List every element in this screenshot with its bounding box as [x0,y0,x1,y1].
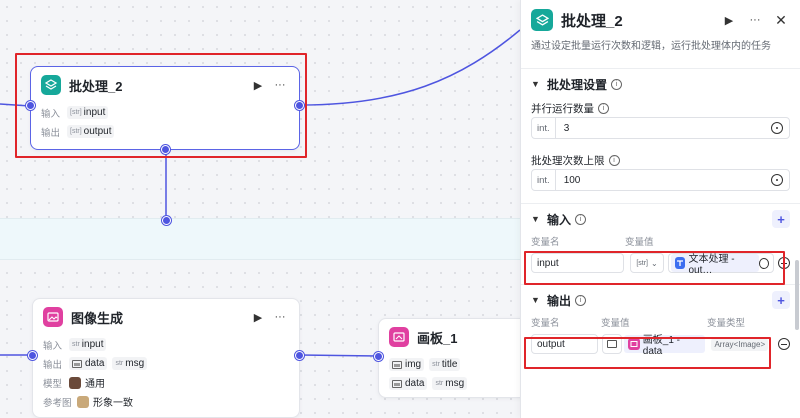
highlight-box [524,337,771,369]
run-icon[interactable]: ▶ [249,308,267,326]
settings-section-header[interactable]: ▼ 批处理设置 i [521,69,800,99]
layers-icon [531,9,553,31]
model-avatar [69,376,81,389]
node-title: 图像生成 [71,310,124,326]
more-icon[interactable]: ··· [746,11,764,29]
edge-batch-out [299,29,520,106]
batch-body-port[interactable] [162,216,171,225]
image-type-icon [72,359,82,368]
board-row-2: data str msg [379,374,520,393]
add-input-button[interactable]: + [772,210,790,228]
parallel-label: 并行运行数量 i [521,99,800,117]
variable-ref-icon [771,122,783,134]
limit-label: 批处理次数上限 i [521,151,800,169]
ref-row: 参考图 形象一致 [43,395,133,409]
info-icon: i [598,102,609,114]
info-icon: i [575,213,587,225]
panel-description: 通过设定批量运行次数和逻辑，运行批处理体内的任务 [531,41,771,52]
node-title: 画板_1 [417,330,458,346]
limit-input[interactable]: int. 100 [531,169,790,191]
model-row: 模型 通用 [43,376,105,390]
output-row: 输出 data str msg [33,354,299,373]
input-row: 输入 str input [33,335,299,354]
workflow-canvas[interactable]: 批处理_2 ▶ ··· 输入 [str] input 输出 [str] output… [0,0,520,418]
edge-image-board [299,354,379,357]
close-icon[interactable]: ✕ [772,11,790,29]
input-port[interactable] [374,352,383,361]
run-icon[interactable]: ▶ [720,11,738,29]
add-output-button[interactable]: + [772,291,790,309]
info-icon: i [611,78,623,90]
board-row-1: img str title [379,355,520,374]
info-icon: i [575,294,587,306]
chevron-down-icon: ▼ [531,214,540,224]
board-icon [389,327,409,347]
image-icon [43,307,63,327]
remove-output-icon[interactable] [778,338,790,350]
variable-ref-icon [771,174,783,186]
panel-title: 批处理_2 [561,12,623,30]
parallel-input[interactable]: int. 3 [531,117,790,139]
chevron-down-icon: ▼ [531,295,540,305]
input-port[interactable] [28,351,37,360]
input-col-headers: 变量名 变量值 [531,237,654,248]
board-node[interactable]: 画板_1 img str title data str msg [374,318,520,398]
output-col-headers: 变量名 变量值 变量类型 [531,318,746,329]
info-icon: i [608,154,620,166]
input-section-header[interactable]: ▼ 输入 i + [521,204,800,234]
ref-avatar [77,395,89,408]
scrollbar[interactable] [795,260,799,330]
highlight-box [524,251,785,285]
highlight-box [15,53,307,158]
chevron-down-icon: ▼ [531,79,540,89]
output-port[interactable] [295,351,304,360]
image-gen-node[interactable]: 图像生成 ▶ ··· 输入 str input 输出 data str msg 模型… [28,298,304,418]
output-section-header[interactable]: ▼ 输出 i + [521,285,800,315]
more-icon[interactable]: ··· [271,308,289,326]
